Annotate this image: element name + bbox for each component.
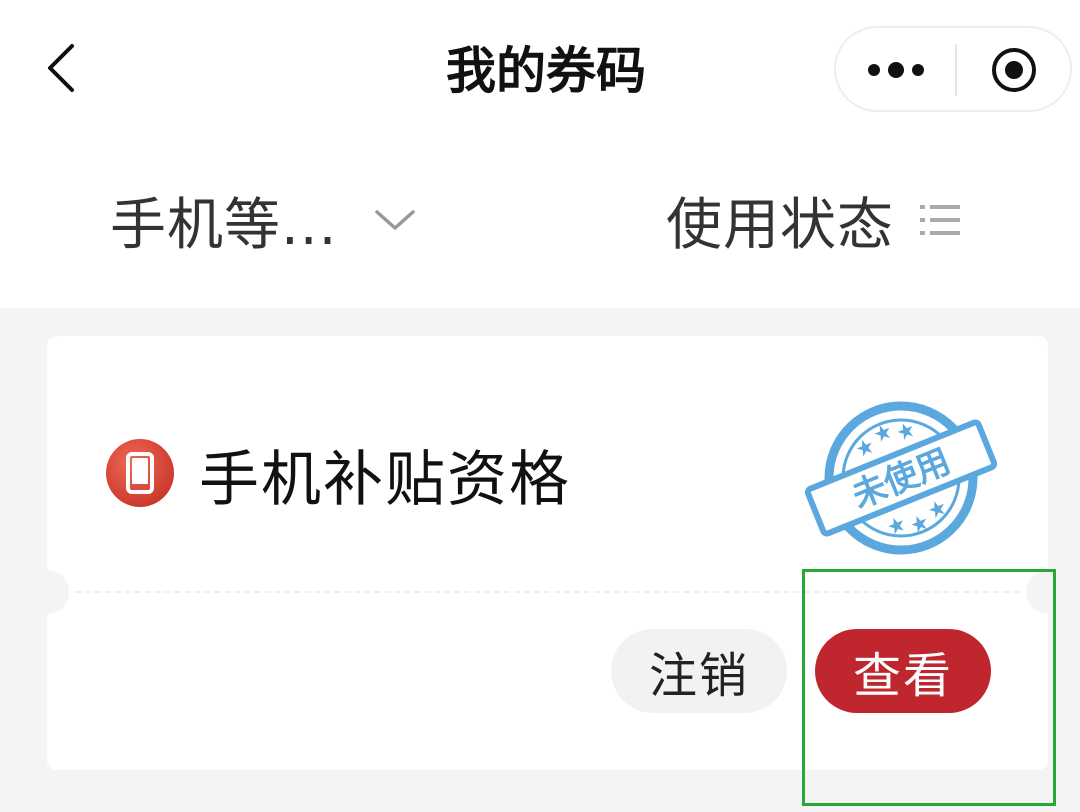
- cancel-coupon-button[interactable]: 注销: [611, 629, 787, 713]
- nav-header: 我的券码: [0, 0, 1080, 140]
- coupon-list: 手机补贴资格 未使用 注销 查看: [0, 308, 1080, 812]
- card-divider: [75, 591, 1019, 593]
- phone-icon: [106, 439, 174, 507]
- chevron-down-icon: [373, 206, 417, 234]
- coupon-card: 手机补贴资格 未使用 注销 查看: [47, 336, 1048, 770]
- mini-program-capsule: [834, 26, 1072, 112]
- unused-stamp: 未使用: [804, 401, 998, 555]
- capsule-divider: [955, 44, 957, 96]
- filter-bar: 手机等... 使用状态: [0, 140, 1080, 308]
- status-filter[interactable]: 使用状态: [666, 180, 962, 260]
- coupon-title: 手机补贴资格: [199, 445, 571, 515]
- category-filter-dropdown[interactable]: 手机等...: [110, 180, 417, 260]
- more-dots-icon: [868, 62, 924, 78]
- card-notch-right: [1026, 570, 1048, 614]
- list-icon: [918, 200, 962, 240]
- view-coupon-button[interactable]: 查看: [815, 629, 991, 713]
- target-circle-icon: [992, 48, 1036, 92]
- more-button[interactable]: [844, 36, 948, 104]
- category-filter-label: 手机等...: [110, 192, 338, 258]
- status-filter-label: 使用状态: [666, 192, 894, 258]
- close-mini-program-button[interactable]: [962, 36, 1066, 104]
- card-notch-left: [47, 570, 69, 614]
